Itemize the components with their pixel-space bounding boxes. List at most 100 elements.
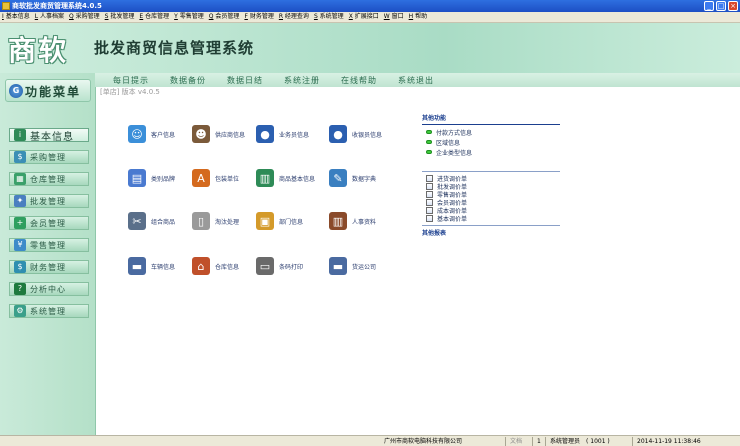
menu-accel-key: I	[2, 13, 4, 20]
sidebar-item-2[interactable]: ▦ 仓库管理	[9, 172, 89, 186]
quick-toolbar: 每日提示 数据备份 数据日结 系统注册 在线帮助 系统退出	[95, 73, 740, 87]
menu-bar: I 基本信息 L 人事档案 Q 采购管理 S 批发管理 E 仓库管理 Y 零售管理 Q 会员…	[0, 12, 740, 23]
dictionary-icon: ✎	[329, 169, 347, 187]
module-tile-label: 商品基本信息	[279, 175, 316, 183]
menu-label: 仓库管理	[145, 13, 170, 20]
info-icon: i	[14, 129, 26, 141]
module-tile-11[interactable]: ▥ 人事资料	[329, 212, 376, 230]
menu-accel-key: R	[278, 13, 283, 20]
close-button[interactable]: ×	[728, 1, 738, 11]
menu-label: 批发管理	[110, 13, 135, 20]
menu-accel-key: E	[139, 13, 144, 20]
sidebar-item-0[interactable]: i 基本信息	[9, 128, 89, 143]
books-icon: ▥	[256, 169, 274, 187]
document-icon	[426, 198, 433, 206]
module-tile-label: 业务员信息	[279, 131, 310, 139]
menu-item-4[interactable]: E 仓库管理	[139, 12, 169, 22]
divider	[545, 437, 546, 446]
menu-item-8[interactable]: R 经理查询	[279, 12, 309, 22]
toolbar-link-5[interactable]: 系统退出	[398, 75, 434, 86]
green-bullet-icon	[426, 140, 432, 144]
module-tile-8[interactable]: ✂ 组合商品	[128, 212, 175, 230]
sidebar-item-4[interactable]: + 会员管理	[9, 216, 89, 230]
sidebar-item-3[interactable]: ✦ 批发管理	[9, 194, 89, 208]
menu-item-1[interactable]: L 人事档案	[35, 12, 64, 22]
sidebar-item-1[interactable]: $ 采购管理	[9, 150, 89, 164]
module-tile-14[interactable]: ▭ 条码打印	[256, 257, 303, 275]
menu-accel-key: W	[383, 13, 390, 20]
module-tile-10[interactable]: ▣ 部门信息	[256, 212, 303, 230]
module-tile-15[interactable]: ▬ 货运公司	[329, 257, 376, 275]
module-tile-1[interactable]: ☻ 供应商信息	[192, 125, 245, 143]
other-reports-title[interactable]: 其他报表	[422, 228, 562, 237]
menu-item-11[interactable]: W 窗口	[384, 12, 404, 22]
menu-accel-key: Y	[174, 13, 178, 20]
menu-item-2[interactable]: Q 采购管理	[69, 12, 100, 22]
sidebar-item-6[interactable]: $ 财务管理	[9, 260, 89, 274]
menu-item-0[interactable]: I 基本信息	[2, 12, 30, 22]
menu-item-6[interactable]: Q 会员管理	[209, 12, 240, 22]
menu-item-9[interactable]: S 系统管理	[314, 12, 344, 22]
menu-label: 基本信息	[5, 13, 30, 20]
other-function-item[interactable]: 区域信息	[422, 137, 562, 147]
other-function-item[interactable]: 付款方式信息	[422, 127, 562, 137]
module-tile-label: 车辆信息	[151, 263, 176, 271]
other-functions-title: 其他功能	[422, 115, 447, 122]
menu-label: 会员管理	[215, 13, 240, 20]
module-tile-4[interactable]: ▤ 类别品牌	[128, 169, 175, 187]
module-tile-0[interactable]: ☺ 客户信息	[128, 125, 175, 143]
menu-item-3[interactable]: S 批发管理	[105, 12, 135, 22]
menu-label: 经理查询	[284, 13, 309, 20]
price-doc-item[interactable]: 基本调价单	[422, 214, 562, 223]
menu-item-7[interactable]: F 财务管理	[244, 12, 273, 22]
files-icon: ▥	[329, 212, 347, 230]
sidebar-item-8[interactable]: ⚙ 系统管理	[9, 304, 89, 318]
house-icon: ⌂	[192, 257, 210, 275]
printer-icon: ▭	[256, 257, 274, 275]
menu-item-12[interactable]: H 帮助	[409, 12, 427, 22]
other-function-item[interactable]: 企业类型信息	[422, 147, 562, 157]
toolbar-link-0[interactable]: 每日提示	[113, 75, 149, 86]
salesman-icon: ●	[256, 125, 274, 143]
retail-icon: ¥	[14, 239, 26, 251]
toolbar-link-4[interactable]: 在线帮助	[341, 75, 377, 86]
divider	[505, 437, 506, 446]
minimize-button[interactable]: _	[704, 1, 714, 11]
window-title: 商软批发商贸管理系统4.0.5	[12, 2, 102, 10]
main-content: [单店] 版本 v4.0.5 ☺ 客户信息 ☻ 供应商信息 ● 业务员信息 ● 收银员信息 ▤ 类…	[95, 87, 740, 435]
toolbar-link-2[interactable]: 数据日结	[227, 75, 263, 86]
module-tile-12[interactable]: ▬ 车辆信息	[128, 257, 175, 275]
menu-item-10[interactable]: X 扩展接口	[349, 12, 379, 22]
document-icon	[426, 206, 433, 214]
cart-icon: $	[14, 151, 26, 163]
sidebar-item-label: 仓库管理	[30, 174, 66, 184]
module-tile-2[interactable]: ● 业务员信息	[256, 125, 309, 143]
menu-emblem-icon: G	[9, 84, 23, 98]
toolbar-link-1[interactable]: 数据备份	[170, 75, 206, 86]
sidebar-item-7[interactable]: ? 分析中心	[9, 282, 89, 296]
sidebar-item-label: 系统管理	[30, 306, 66, 316]
divider	[422, 225, 560, 226]
sidebar-header: G 功能菜单	[5, 79, 91, 102]
sidebar-title: 功能菜单	[25, 85, 82, 99]
module-tile-5[interactable]: A 包装单位	[192, 169, 239, 187]
menu-item-5[interactable]: Y 零售管理	[174, 12, 204, 22]
factory-icon: ▣	[256, 212, 274, 230]
module-tile-9[interactable]: ▯ 淘汰处理	[192, 212, 239, 230]
document-icon	[426, 190, 433, 198]
vehicle-icon: ▬	[128, 257, 146, 275]
sidebar-item-5[interactable]: ¥ 零售管理	[9, 238, 89, 252]
status-user: 系统管理员	[550, 438, 581, 445]
module-tile-label: 客户信息	[151, 131, 176, 139]
menu-accel-key: S	[104, 13, 109, 20]
maximize-button[interactable]: □	[716, 1, 726, 11]
module-tile-7[interactable]: ✎ 数据字典	[329, 169, 376, 187]
module-tile-label: 类别品牌	[151, 175, 176, 183]
module-tile-3[interactable]: ● 收银员信息	[329, 125, 382, 143]
warehouse-icon: ▦	[14, 173, 26, 185]
tools-icon: ✂	[128, 212, 146, 230]
module-tile-13[interactable]: ⌂ 仓库信息	[192, 257, 239, 275]
module-tile-label: 供应商信息	[215, 131, 246, 139]
module-tile-6[interactable]: ▥ 商品基本信息	[256, 169, 315, 187]
toolbar-link-3[interactable]: 系统注册	[284, 75, 320, 86]
